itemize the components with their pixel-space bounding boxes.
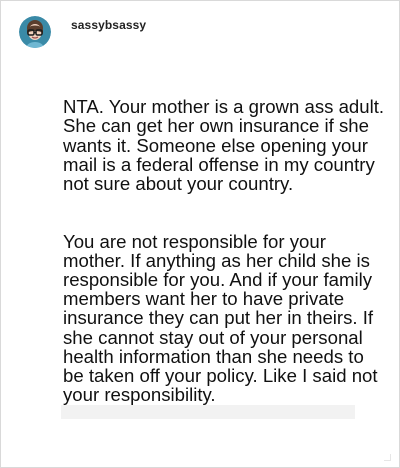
comment-paragraph-2: You are not responsible for your mother.…	[63, 230, 378, 406]
comment-body: NTA. Your mother is a grown ass adult. S…	[63, 78, 385, 424]
comment-header: sassybsassy	[19, 14, 146, 50]
username[interactable]: sassybsassy	[71, 18, 146, 32]
user-avatar[interactable]	[19, 16, 51, 48]
text-shadow-strip	[61, 405, 355, 419]
comment-paragraph-1: NTA. Your mother is a grown ass adult. S…	[63, 96, 385, 195]
resize-corner-icon	[384, 454, 391, 461]
comment-card: sassybsassy NTA. Your mother is a grown …	[0, 0, 400, 468]
cartoon-avatar-with-glasses-icon	[19, 16, 51, 48]
